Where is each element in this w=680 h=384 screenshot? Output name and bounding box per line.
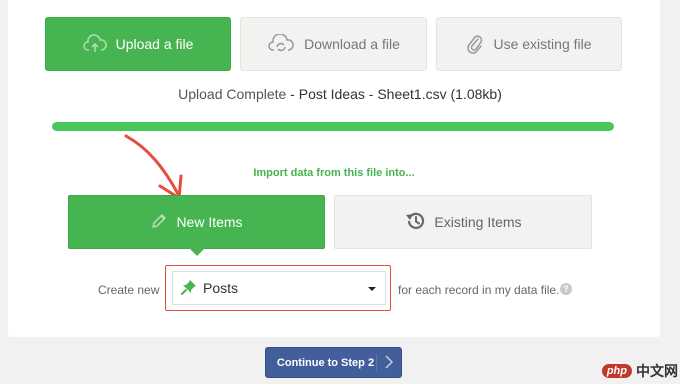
download-file-label: Download a file (304, 36, 400, 52)
continue-step-2-button[interactable]: Continue to Step 2 (265, 347, 402, 378)
existing-items-label: Existing Items (434, 214, 522, 230)
cloud-upload-icon (82, 34, 107, 54)
new-items-label: New Items (176, 214, 243, 230)
existing-items-option[interactable]: Existing Items (334, 195, 592, 249)
upload-status-text: Upload Complete (178, 86, 287, 102)
upload-file-label: Upload a file (115, 36, 194, 52)
chevron-right-icon (385, 355, 394, 372)
uploaded-file-name: Post Ideas - Sheet1.csv (298, 86, 447, 102)
help-icon[interactable]: ? (560, 283, 572, 295)
continue-step-2-label: Continue to Step 2 (276, 356, 375, 369)
record-suffix-label: for each record in my data file. (398, 283, 560, 297)
site-watermark: php 中文网 (601, 358, 678, 384)
pushpin-icon (181, 279, 197, 298)
import-target-heading: Import data from this file into... (253, 167, 415, 179)
history-icon (404, 211, 426, 234)
upload-file-button[interactable]: Upload a file (45, 17, 231, 71)
pencil-icon (150, 212, 168, 233)
cloud-sync-icon (267, 34, 295, 54)
selected-option-pointer (189, 248, 205, 256)
button-divider (376, 354, 377, 371)
uploaded-file-size: (1.08kb) (450, 86, 502, 102)
watermark-logo: php (601, 364, 632, 378)
status-separator: - (286, 86, 299, 102)
download-file-button[interactable]: Download a file (240, 17, 427, 71)
post-type-select[interactable]: Posts (172, 271, 386, 305)
post-type-value: Posts (203, 280, 239, 296)
create-new-label: Create new (98, 283, 160, 297)
paperclip-icon (466, 33, 484, 55)
use-existing-file-button[interactable]: Use existing file (436, 17, 622, 71)
new-items-option[interactable]: New Items (68, 195, 325, 249)
upload-status: Upload Complete - Post Ideas - Sheet1.cs… (0, 86, 680, 102)
watermark-text: 中文网 (636, 363, 678, 379)
use-existing-file-label: Use existing file (493, 36, 592, 52)
chevron-down-icon (368, 287, 376, 291)
